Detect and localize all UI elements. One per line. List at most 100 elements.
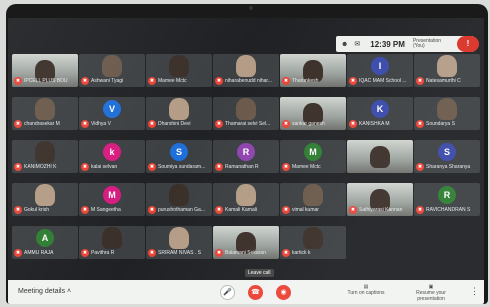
- chat-icon[interactable]: ✉: [354, 40, 360, 48]
- participant-tile[interactable]: ✖ Soundarya S: [414, 97, 480, 130]
- mic-off-icon: ✖: [14, 77, 22, 85]
- presenter-line-2: (You): [412, 43, 425, 49]
- participant-tile[interactable]: ✖ kartick k: [280, 226, 346, 259]
- participant-tile[interactable]: ✖ IPCELL PLUS BDU: [12, 54, 78, 87]
- participant-name: KANIMOZHI K: [24, 164, 57, 170]
- captions-button[interactable]: ▤ Turn on captions: [346, 284, 386, 296]
- present-button[interactable]: ▣ Resume your presentation: [406, 284, 456, 302]
- participant-tile[interactable]: ✖ Balamani Sekaran: [213, 226, 279, 259]
- participant-tile[interactable]: ✖ vimal kumar: [280, 183, 346, 216]
- participant-name: niharabenudd nihar...: [225, 78, 272, 84]
- profile-photo: [102, 55, 122, 77]
- meeting-details-button[interactable]: Meeting details ˄: [18, 288, 71, 295]
- participant-tile[interactable]: S ✖ Soumiya sundaram...: [146, 140, 212, 173]
- mic-off-icon: ✖: [416, 77, 424, 85]
- profile-photo: [437, 98, 457, 120]
- leave-call-tooltip: Leave call: [245, 269, 274, 277]
- mic-off-icon: ✖: [14, 206, 22, 214]
- participant-tile[interactable]: ✖ Pavithra R: [79, 226, 145, 259]
- mic-off-icon: ✖: [148, 77, 156, 85]
- participant-tile[interactable]: ✖ SRIRAM NIVAS . S: [146, 226, 212, 259]
- mic-off-icon: ✖: [215, 77, 223, 85]
- participant-tile[interactable]: ✖ Ashwani Tyagi: [79, 54, 145, 87]
- participant-tile[interactable]: k ✖ kalai selvan: [79, 140, 145, 173]
- participant-name: KANISHKA M: [359, 121, 390, 127]
- participant-name: Thamarai selvi Sel...: [225, 121, 271, 127]
- participant-tile[interactable]: ✖ Dharshini Devi: [146, 97, 212, 130]
- mic-off-icon: ✖: [215, 163, 223, 171]
- avatar: S: [438, 143, 456, 161]
- mic-button[interactable]: 🎤: [220, 285, 235, 300]
- participant-tile[interactable]: ✖ Gokul krish: [12, 183, 78, 216]
- participant-tile[interactable]: ✖ Mamee Mctc: [146, 54, 212, 87]
- participant-tile[interactable]: ✖ chandrasekar M: [12, 97, 78, 130]
- participant-tile[interactable]: ✖ Natesamurthi C: [414, 54, 480, 87]
- more-options-icon[interactable]: ⋮: [470, 286, 479, 297]
- participant-name: Sharanya Sharanya: [426, 164, 471, 170]
- participant-tile[interactable]: S ✖ Sharanya Sharanya: [414, 140, 480, 173]
- participant-name: purushothaman Ga...: [158, 207, 205, 213]
- profile-photo: [35, 184, 55, 206]
- profile-photo: [35, 141, 55, 163]
- people-icon[interactable]: ☻: [341, 41, 348, 48]
- participant-name: sankar ganesh: [292, 121, 325, 127]
- participant-name: Vidhya V: [91, 121, 111, 127]
- profile-photo: [169, 55, 189, 77]
- status-bar: ☻ ✉ 12:39 PM Presentation (You): [336, 36, 474, 52]
- participant-name: Natesamurthi C: [426, 78, 461, 84]
- participant-name: vimal kumar: [292, 207, 319, 213]
- participant-tile[interactable]: ✖ KANIMOZHI K: [12, 140, 78, 173]
- participant-tile[interactable]: ✖ Thamarai selvi Sel...: [213, 97, 279, 130]
- stop-presenting-button[interactable]: !: [457, 36, 479, 52]
- participant-tile[interactable]: [347, 140, 413, 173]
- mic-off-icon: ✖: [215, 249, 223, 257]
- profile-photo: [169, 227, 189, 249]
- mic-off-icon: ✖: [282, 206, 290, 214]
- participant-tile[interactable]: ✖ sankar ganesh: [280, 97, 346, 130]
- mic-off-icon: ✖: [349, 206, 357, 214]
- participant-name: kalai selvan: [91, 164, 118, 170]
- participant-name: Soumiya sundaram...: [158, 164, 206, 170]
- mic-off-icon: ✖: [81, 163, 89, 171]
- mic-off-icon: ✖: [215, 206, 223, 214]
- video-feed: [347, 140, 413, 173]
- participant-tile[interactable]: R ✖ RAVICHANDRAN S: [414, 183, 480, 216]
- camera-button[interactable]: ◉: [276, 285, 291, 300]
- mic-off-icon: ✖: [282, 77, 290, 85]
- participant-name: Soundarya S: [426, 121, 455, 127]
- participant-tile[interactable]: ✖ purushothaman Ga...: [146, 183, 212, 216]
- participant-name: Dharshini Devi: [158, 121, 191, 127]
- profile-photo: [303, 184, 323, 206]
- participant-tile[interactable]: ✖ Sathiyarasi Kannan: [347, 183, 413, 216]
- meeting-details-label: Meeting details: [18, 288, 66, 295]
- mic-off-icon: ✖: [416, 120, 424, 128]
- participant-tile[interactable]: M ✖ Mamee Mctc: [280, 140, 346, 173]
- mic-off-icon: ✖: [349, 120, 357, 128]
- participant-tile[interactable]: ✖ Tharunkesh: [280, 54, 346, 87]
- avatar: R: [237, 143, 255, 161]
- participant-name: M Sangeetha: [91, 207, 121, 213]
- participant-tile[interactable]: R ✖ Ramanathan R: [213, 140, 279, 173]
- participant-tile[interactable]: A ✖ AMMU RAJA: [12, 226, 78, 259]
- captions-label: Turn on captions: [347, 290, 385, 296]
- participant-tile[interactable]: ✖ Kamali Kamali: [213, 183, 279, 216]
- avatar: A: [36, 229, 54, 247]
- mic-off-icon: ✖: [81, 120, 89, 128]
- webcam-dot: [249, 6, 253, 10]
- participant-name: RAVICHANDRAN S: [426, 207, 471, 213]
- hang-up-button[interactable]: ☎: [248, 285, 263, 300]
- mic-off-icon: ✖: [148, 120, 156, 128]
- participant-tile[interactable]: M ✖ M Sangeetha: [79, 183, 145, 216]
- avatar: M: [304, 143, 322, 161]
- participant-tile[interactable]: I ✖ IQAC MAM School ...: [347, 54, 413, 87]
- participant-tile[interactable]: K ✖ KANISHKA M: [347, 97, 413, 130]
- participant-name: Mamee Mctc: [158, 78, 187, 84]
- profile-photo: [236, 184, 256, 206]
- participant-tile[interactable]: V ✖ Vidhya V: [79, 97, 145, 130]
- participant-tile[interactable]: ✖ niharabenudd nihar...: [213, 54, 279, 87]
- profile-photo: [169, 98, 189, 120]
- participant-name: IPCELL PLUS BDU: [24, 78, 68, 84]
- avatar: K: [371, 100, 389, 118]
- mic-off-icon: ✖: [148, 206, 156, 214]
- avatar: I: [371, 57, 389, 75]
